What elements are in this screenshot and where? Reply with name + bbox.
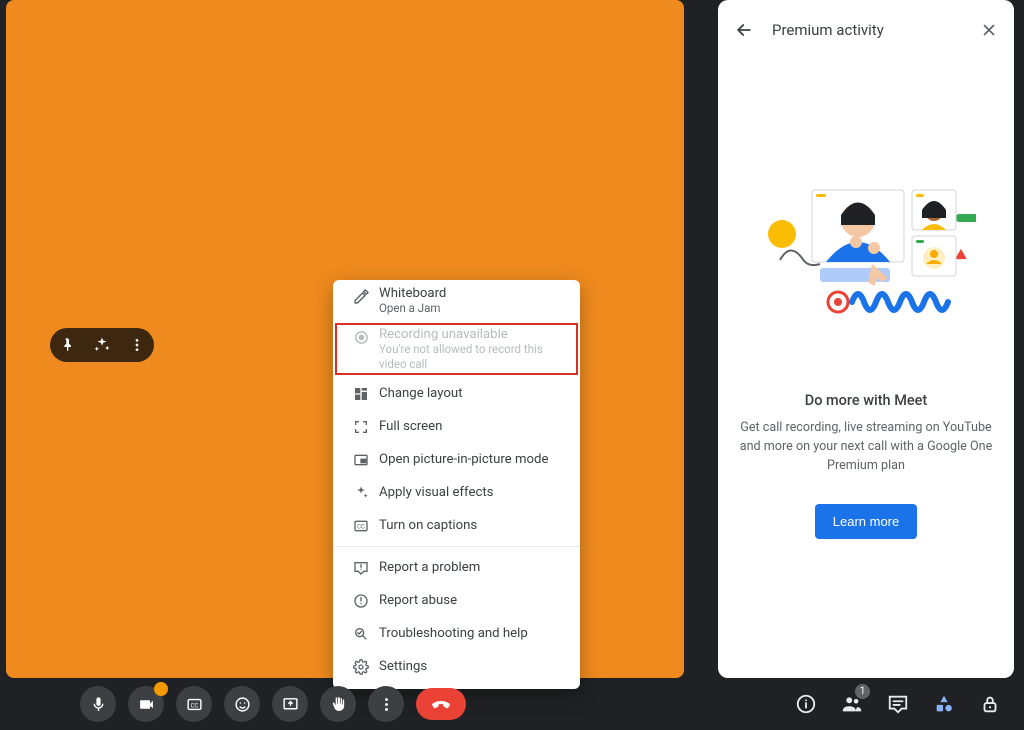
panel-title: Premium activity xyxy=(772,21,980,39)
menu-label: Settings xyxy=(379,659,427,674)
learn-more-button[interactable]: Learn more xyxy=(815,504,917,539)
more-options-button[interactable] xyxy=(368,686,404,722)
fullscreen-icon xyxy=(353,419,379,435)
svg-text:CC: CC xyxy=(357,523,365,530)
meeting-details-button[interactable] xyxy=(794,692,818,716)
menu-item-change-layout[interactable]: Change layout xyxy=(333,377,580,410)
panel-heading: Do more with Meet xyxy=(734,392,998,409)
menu-item-fullscreen[interactable]: Full screen xyxy=(333,410,580,443)
panel-body: Get call recording, live streaming on Yo… xyxy=(734,419,998,476)
menu-item-pip[interactable]: Open picture-in-picture mode xyxy=(333,443,580,476)
feedback-icon xyxy=(353,560,379,576)
camera-button[interactable] xyxy=(128,686,164,722)
menu-label: Change layout xyxy=(379,386,463,401)
bottom-bar-right: 1 xyxy=(794,692,1002,716)
menu-label: Report a problem xyxy=(379,560,480,575)
back-arrow-icon[interactable] xyxy=(734,20,754,40)
chat-button[interactable] xyxy=(886,692,910,716)
premium-activity-panel: Premium activity xyxy=(718,0,1014,678)
microphone-button[interactable] xyxy=(80,686,116,722)
panel-header: Premium activity xyxy=(734,16,998,44)
present-button[interactable] xyxy=(272,686,308,722)
tile-overlay-pill xyxy=(50,328,154,362)
pin-icon[interactable] xyxy=(50,328,84,362)
premium-illustration xyxy=(734,160,998,370)
captions-icon: CC xyxy=(353,518,379,534)
report-abuse-icon xyxy=(353,593,379,609)
sparkle-icon xyxy=(353,485,379,501)
menu-item-report-abuse[interactable]: Report abuse xyxy=(333,584,580,617)
pip-icon xyxy=(353,452,379,468)
host-controls-button[interactable] xyxy=(978,692,1002,716)
menu-label: Full screen xyxy=(379,419,442,434)
sparkle-effects-icon[interactable] xyxy=(85,328,119,362)
svg-text:CC: CC xyxy=(190,702,198,709)
menu-sublabel: Open a Jam xyxy=(379,301,446,315)
more-options-menu: Whiteboard Open a Jam Recording unavaila… xyxy=(333,280,580,689)
menu-label: Troubleshooting and help xyxy=(379,626,528,641)
activities-button[interactable] xyxy=(932,692,956,716)
menu-item-whiteboard[interactable]: Whiteboard Open a Jam xyxy=(333,280,580,321)
meet-app: Whiteboard Open a Jam Recording unavaila… xyxy=(0,0,1024,730)
menu-label: Recording unavailable xyxy=(379,327,560,342)
tile-more-icon[interactable] xyxy=(120,328,154,362)
menu-label: Report abuse xyxy=(379,593,457,608)
raise-hand-button[interactable] xyxy=(320,686,356,722)
troubleshoot-icon xyxy=(353,626,379,642)
reactions-button[interactable] xyxy=(224,686,260,722)
menu-item-troubleshoot[interactable]: Troubleshooting and help xyxy=(333,617,580,650)
menu-item-visual-effects[interactable]: Apply visual effects xyxy=(333,476,580,509)
menu-item-report-problem[interactable]: Report a problem xyxy=(333,551,580,584)
menu-item-recording: Recording unavailable You're not allowed… xyxy=(333,321,580,377)
close-icon[interactable] xyxy=(980,21,998,39)
bottom-bar-left: CC xyxy=(80,686,466,722)
menu-label: Whiteboard xyxy=(379,286,446,301)
hang-up-button[interactable] xyxy=(416,688,466,720)
pencil-icon xyxy=(353,286,379,305)
menu-item-captions[interactable]: CC Turn on captions xyxy=(333,509,580,542)
people-button[interactable]: 1 xyxy=(840,692,864,716)
layout-icon xyxy=(353,386,379,402)
record-icon xyxy=(353,327,379,346)
captions-button[interactable]: CC xyxy=(176,686,212,722)
gear-icon xyxy=(353,659,379,675)
warning-badge-icon xyxy=(154,682,168,696)
menu-label: Open picture-in-picture mode xyxy=(379,452,548,467)
menu-label: Turn on captions xyxy=(379,518,477,533)
menu-label: Apply visual effects xyxy=(379,485,493,500)
menu-sublabel: You're not allowed to record this video … xyxy=(379,342,560,371)
menu-divider xyxy=(333,546,580,547)
people-count-badge: 1 xyxy=(855,684,870,699)
bottom-control-bar: CC 1 xyxy=(0,678,1024,730)
